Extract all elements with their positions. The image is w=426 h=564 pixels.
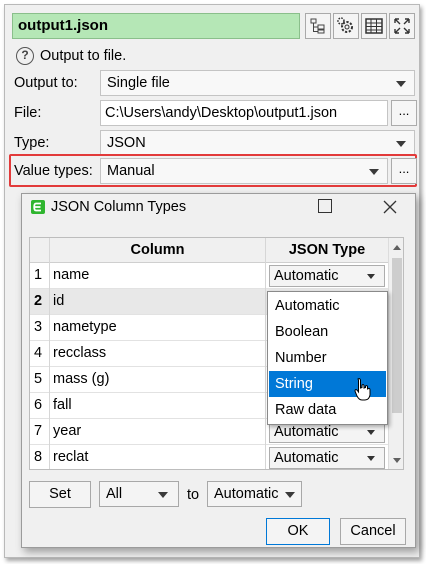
help-text: Output to file. [40,48,127,64]
maximize-icon[interactable] [318,199,332,213]
dialog-title: JSON Column Types [51,199,187,215]
to-type-select[interactable]: Automatic [207,481,302,507]
to-label: to [187,487,200,503]
type-select[interactable]: JSON [100,130,415,156]
row-number: 1 [30,263,50,289]
row-number: 7 [30,419,50,445]
expand-button[interactable] [389,13,415,39]
row-number: 3 [30,315,50,341]
schema-button[interactable] [305,13,331,39]
chevron-down-icon [396,81,406,87]
column-name-cell[interactable]: fall [50,393,266,419]
to-type-value: Automatic [214,486,279,502]
table-view-button[interactable] [361,13,387,39]
value-types-label: Value types: [14,163,93,179]
type-label: Type: [14,135,50,151]
dropdown-option-automatic[interactable]: Automatic [269,293,386,319]
json-type-select[interactable]: Automatic [269,447,385,469]
chevron-down-icon [367,456,375,461]
json-type-header[interactable]: JSON Type [266,238,388,263]
output-to-label: Output to: [14,75,78,91]
column-header[interactable]: Column [50,238,266,263]
output-to-value: Single file [107,75,170,91]
expand-icon [394,18,410,34]
help-icon[interactable]: ? [16,47,34,65]
file-path-input[interactable]: C:\Users\andy\Desktop\output1.json [100,100,388,126]
schema-icon [310,18,325,34]
chevron-down-icon [367,274,375,279]
json-type-value: Automatic [274,450,339,466]
value-types-select[interactable]: Manual [100,158,388,184]
browse-file-button[interactable]: ... [391,100,417,126]
vertical-scrollbar[interactable] [388,238,403,469]
set-scope-select[interactable]: All [99,481,179,507]
row-number: 4 [30,341,50,367]
file-label: File: [14,105,42,121]
json-type-value: Automatic [274,424,339,440]
type-value: JSON [107,135,146,151]
chevron-down-icon [369,169,379,175]
row-number: 2 [30,289,50,315]
set-button[interactable]: Set [29,481,91,508]
gears-icon [337,17,353,33]
json-type-value: Automatic [274,268,339,284]
settings-button[interactable] [333,13,359,39]
dropdown-option-boolean[interactable]: Boolean [269,319,386,345]
column-name-cell[interactable]: year [50,419,266,445]
chevron-down-icon [396,141,406,147]
column-name-cell[interactable]: nametype [50,315,266,341]
close-icon[interactable] [383,200,397,214]
column-name-cell[interactable]: name [50,263,266,289]
set-scope-value: All [106,486,123,502]
table-icon [365,18,383,34]
dropdown-option-number[interactable]: Number [269,345,386,371]
json-type-dropdown[interactable]: Automatic Boolean Number String Raw data [267,291,388,425]
chevron-down-icon [158,492,168,498]
cancel-button[interactable]: Cancel [340,518,406,545]
output-name-field[interactable]: output1.json [12,13,300,39]
column-name-cell[interactable]: mass (g) [50,367,266,393]
row-number: 8 [30,445,50,469]
chevron-down-icon [367,430,375,435]
json-type-select[interactable]: Automatic [269,265,385,287]
column-name-cell[interactable]: recclass [50,341,266,367]
value-types-value: Manual [107,163,155,179]
row-number: 5 [30,367,50,393]
value-types-edit-button[interactable]: ... [391,158,417,184]
app-logo-icon [31,200,45,214]
mouse-cursor-icon [354,378,371,401]
chevron-down-icon [285,492,295,498]
output-to-select[interactable]: Single file [100,70,415,96]
column-name-cell[interactable]: reclat [50,445,266,469]
column-name-cell[interactable]: id [50,289,266,315]
ok-button[interactable]: OK [266,518,330,545]
row-number: 6 [30,393,50,419]
